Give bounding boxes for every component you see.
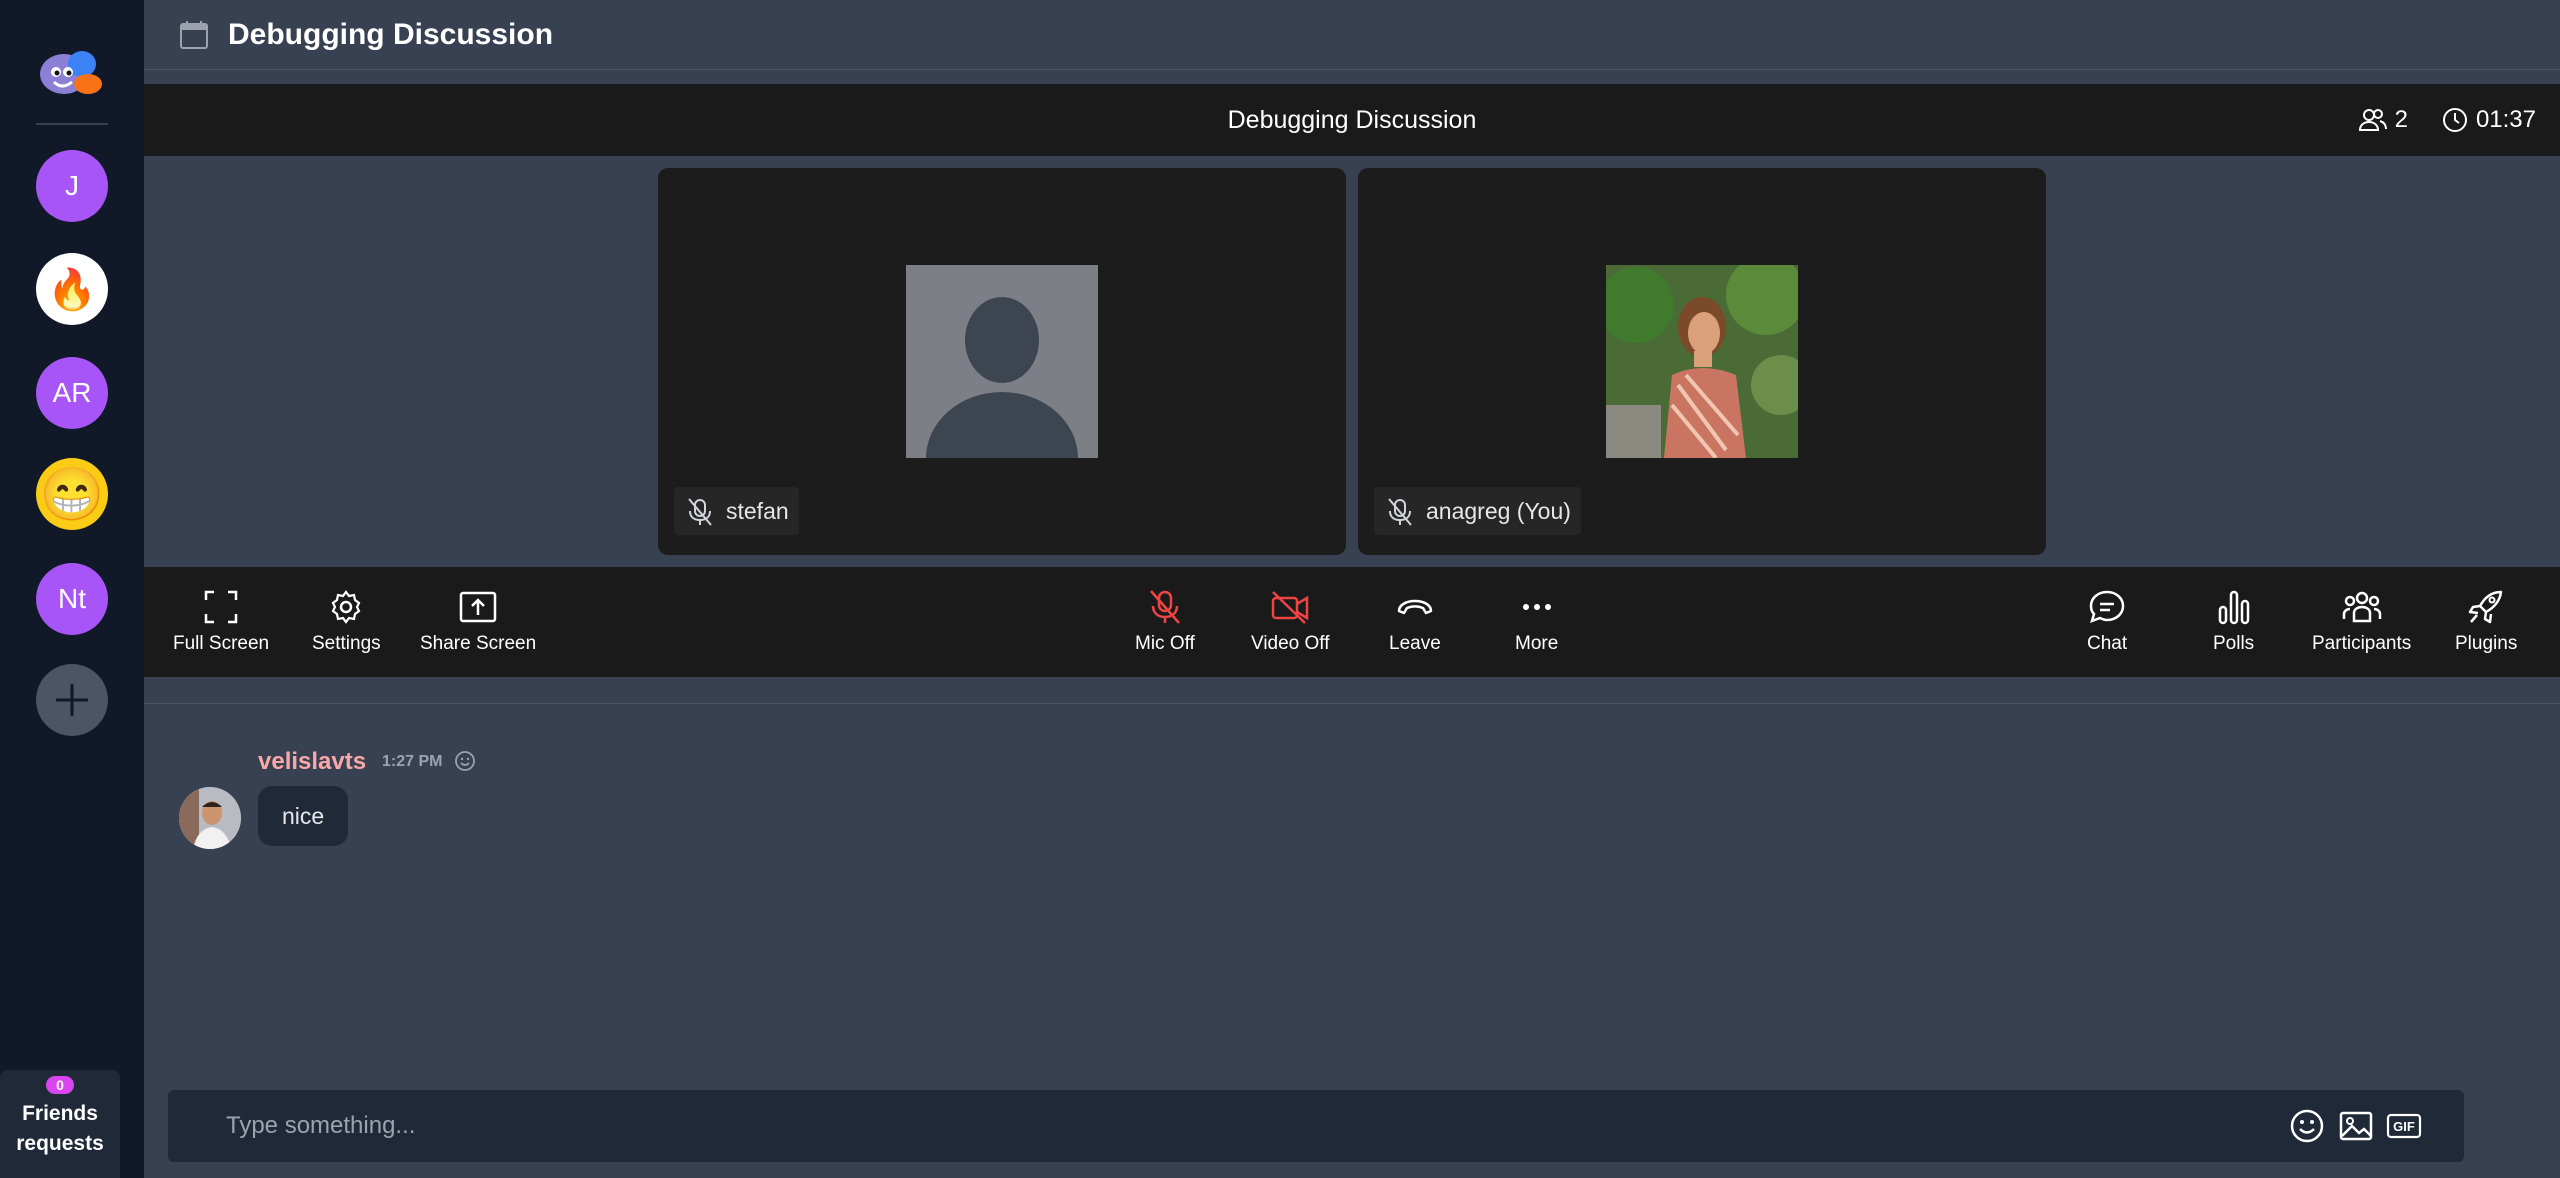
chat-bubble-icon (2089, 590, 2125, 624)
users-icon (2358, 109, 2387, 131)
server-fire[interactable]: 🔥 (36, 253, 108, 325)
app-logo[interactable] (36, 40, 108, 104)
fullscreen-button[interactable]: Full Screen (173, 589, 269, 655)
friends-requests-badge: 0 (46, 1076, 74, 1094)
share-screen-button[interactable]: Share Screen (420, 589, 536, 655)
fullscreen-icon (204, 590, 238, 624)
friends-requests-button[interactable]: 0 Friends requests (0, 1070, 120, 1178)
server-grin[interactable]: 😁 (36, 458, 108, 530)
gif-icon[interactable]: GIF (2386, 1108, 2422, 1144)
video-tile-stefan[interactable]: stefan (658, 168, 1346, 555)
mic-off-icon (1388, 498, 1412, 526)
call-controls: Full Screen Settings Share Screen Mic Of… (144, 567, 2560, 677)
settings-label: Settings (312, 633, 381, 654)
participants-label: Participants (2312, 633, 2412, 654)
friends-label-line2: requests (16, 1132, 104, 1155)
friends-requests-label: Friends requests (0, 1099, 120, 1159)
leave-label: Leave (1389, 633, 1441, 654)
more-label: More (1515, 633, 1559, 654)
call-duration: 01:37 (2475, 106, 2536, 133)
plugins-button[interactable]: Plugins (2455, 589, 2517, 655)
server-nt[interactable]: Nt (36, 563, 108, 635)
clock-icon (2442, 108, 2467, 132)
participants-count[interactable]: 2 (2358, 106, 2408, 134)
server-rail: J 🔥 AR 😁 Nt 0 Friends requests (0, 0, 144, 1178)
message-input[interactable] (226, 1090, 2226, 1162)
fire-icon: 🔥 (47, 267, 97, 312)
server-j[interactable]: J (36, 150, 108, 222)
call-top-bar: Debugging Discussion 2 01:37 (144, 84, 2560, 156)
channel-title: Debugging Discussion (228, 17, 554, 51)
leave-button[interactable]: Leave (1389, 589, 1441, 655)
participant-name-tag: anagreg (You) (1374, 487, 1581, 535)
calendar-icon (180, 20, 208, 49)
friends-label-line1: Friends (22, 1102, 98, 1125)
placeholder-avatar (906, 265, 1098, 458)
participants-icon (2342, 591, 2381, 623)
video-label: Video Off (1251, 633, 1330, 654)
chat-label: Chat (2087, 633, 2128, 654)
plus-icon (56, 684, 88, 716)
server-label: J (65, 170, 79, 201)
rail-divider (36, 123, 108, 125)
fullscreen-label: Full Screen (173, 633, 270, 654)
participants-count-value: 2 (2394, 106, 2408, 133)
server-label: AR (52, 377, 92, 408)
participants-button[interactable]: Participants (2312, 589, 2411, 655)
channel-header: Debugging Discussion (144, 0, 2560, 70)
user-photo (1606, 265, 1798, 458)
polls-label: Polls (2213, 633, 2255, 654)
mic-toggle-button[interactable]: Mic Off (1135, 589, 1195, 655)
section-divider (144, 703, 2560, 704)
more-button[interactable]: More (1515, 589, 1558, 655)
plugins-label: Plugins (2455, 633, 2518, 654)
phone-hangup-icon (1397, 599, 1433, 615)
mic-label: Mic Off (1135, 633, 1195, 654)
message-composer: GIF (168, 1090, 2464, 1162)
mic-off-icon (1149, 590, 1180, 624)
message-bubble: nice (258, 786, 349, 846)
bar-chart-icon (2218, 590, 2249, 625)
add-reaction-icon[interactable] (454, 750, 476, 777)
image-icon[interactable] (2338, 1108, 2374, 1144)
server-label: Nt (58, 583, 86, 614)
participant-name: anagreg (You) (1426, 497, 1571, 524)
video-toggle-button[interactable]: Video Off (1251, 589, 1330, 655)
emoji-icon[interactable] (2289, 1108, 2325, 1144)
share-screen-label: Share Screen (420, 633, 537, 654)
video-off-icon (1272, 591, 1309, 624)
add-server-button[interactable] (36, 664, 108, 736)
mic-off-icon (688, 498, 712, 526)
svg-text:GIF: GIF (2393, 1119, 2415, 1134)
gear-icon (331, 590, 361, 624)
settings-button[interactable]: Settings (312, 589, 381, 655)
polls-button[interactable]: Polls (2213, 589, 2254, 655)
rocket-icon (2468, 590, 2503, 624)
more-dots-icon (1522, 604, 1551, 610)
share-screen-icon (459, 591, 497, 623)
message-author[interactable]: velislavts (258, 748, 366, 776)
call-title: Debugging Discussion (1227, 106, 1477, 134)
message-avatar[interactable] (179, 787, 241, 849)
grin-emoji-icon: 😁 (39, 465, 105, 524)
chat-button[interactable]: Chat (2087, 589, 2127, 655)
participant-name-tag: stefan (674, 487, 799, 535)
server-ar[interactable]: AR (36, 357, 108, 429)
video-tile-self[interactable]: anagreg (You) (1358, 168, 2046, 555)
call-timer: 01:37 (2442, 106, 2536, 134)
participant-name: stefan (726, 497, 789, 524)
message-time: 1:27 PM (382, 753, 443, 770)
